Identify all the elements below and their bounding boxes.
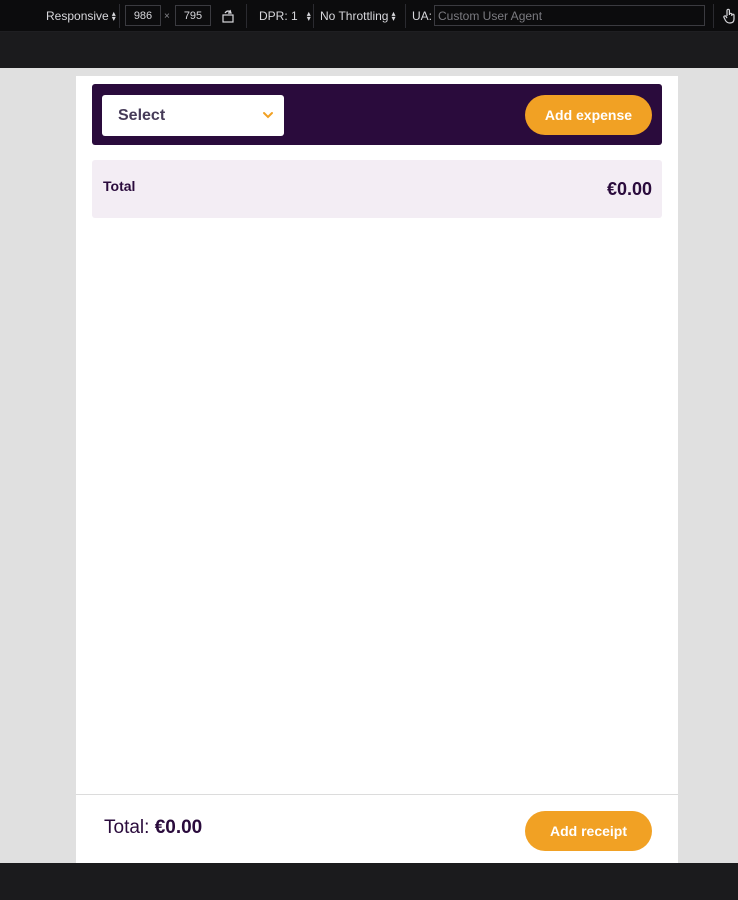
expense-header-bar: Select Add expense xyxy=(92,84,662,145)
updown-icon: ▴ ▾ xyxy=(111,9,116,23)
rotate-icon xyxy=(222,9,234,23)
dpr-label: DPR: 1 xyxy=(259,9,298,23)
device-selector[interactable]: Responsive ▴ ▾ xyxy=(46,0,116,32)
updown-icon: ▴ ▾ xyxy=(391,9,396,23)
ua-label-text: UA: xyxy=(412,9,433,23)
add-expense-button[interactable]: Add expense xyxy=(525,95,652,135)
width-value: 986 xyxy=(133,9,153,22)
divider xyxy=(713,4,714,28)
ua-placeholder: Custom User Agent xyxy=(438,8,543,23)
devtools-toolbar: Responsive ▴ ▾ 986 × 795 DPR: 1 ▴ ▾ No Thr… xyxy=(0,0,738,32)
page: Select Add expense Total €0.00 Total: €0… xyxy=(76,76,678,863)
footer: Total: €0.00 Add receipt xyxy=(76,794,678,863)
throttling-selector[interactable]: No Throttling ▴ ▾ xyxy=(320,0,396,32)
touch-simulation-button[interactable] xyxy=(722,0,736,32)
divider xyxy=(405,4,406,28)
bottom-band xyxy=(0,863,738,900)
rotate-button[interactable] xyxy=(220,0,236,32)
height-input[interactable]: 795 xyxy=(175,5,211,26)
divider xyxy=(119,4,120,28)
times-text: × xyxy=(164,10,170,22)
updown-icon: ▴ ▾ xyxy=(306,9,311,23)
touch-icon xyxy=(723,8,735,24)
toolbar-spacer xyxy=(0,32,738,68)
chevron-down-icon xyxy=(263,112,273,119)
footer-total: Total: €0.00 xyxy=(104,817,202,839)
footer-total-value: €0.00 xyxy=(154,817,203,838)
total-summary-card: Total €0.00 xyxy=(92,160,662,218)
height-value: 795 xyxy=(183,9,203,22)
dpr-selector[interactable]: DPR: 1 ▴ ▾ xyxy=(259,0,311,32)
throttling-label: No Throttling xyxy=(320,9,389,23)
device-label: Responsive xyxy=(46,9,109,23)
ua-label: UA: xyxy=(412,0,432,32)
select-label: Select xyxy=(118,106,166,124)
width-input[interactable]: 986 xyxy=(125,5,161,26)
times-sign: × xyxy=(164,0,170,32)
total-label: Total xyxy=(103,178,136,194)
divider xyxy=(313,4,314,28)
footer-total-label: Total: xyxy=(104,817,150,838)
total-value: €0.00 xyxy=(606,179,652,199)
divider xyxy=(246,4,247,28)
add-receipt-button[interactable]: Add receipt xyxy=(525,811,652,851)
user-agent-input[interactable]: Custom User Agent xyxy=(434,5,705,26)
expense-type-select[interactable]: Select xyxy=(102,95,284,136)
